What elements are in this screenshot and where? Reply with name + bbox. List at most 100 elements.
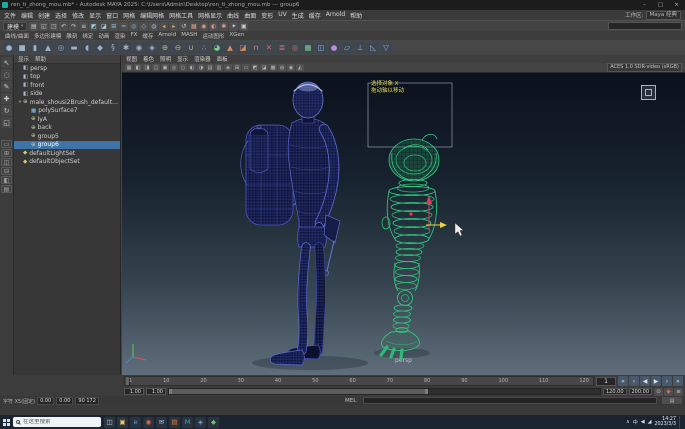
viewport-toolbar-icon[interactable]: ◑ [197, 64, 205, 71]
select-tool[interactable]: ↖ [1, 57, 12, 68]
menu-item[interactable]: 帮助 [350, 11, 362, 20]
menu-item[interactable]: 显示 [89, 11, 101, 20]
mech-leg-wireframe[interactable] [381, 134, 439, 358]
snap-to-point-icon[interactable]: ◎ [129, 22, 138, 31]
viewport-toolbar-icon[interactable]: ◭ [296, 64, 304, 71]
menu-item[interactable]: 变形 [261, 11, 273, 20]
animation-start-field[interactable]: 1.00 [124, 388, 144, 395]
menu-item[interactable]: 网格显示 [198, 11, 222, 20]
menu-item[interactable]: Arnold [326, 11, 345, 20]
menu-set-selector[interactable]: 建模 ▾ [3, 22, 27, 31]
viewport-toolbar-icon[interactable]: ▩ [269, 64, 277, 71]
redo-icon[interactable]: ↷ [69, 22, 78, 31]
shelf-insert-edge-loop-icon[interactable]: ≣ [276, 42, 288, 54]
viewport-toolbar-icon[interactable]: ○ [179, 64, 187, 71]
viewport-toolbar-icon[interactable]: ◉ [287, 64, 295, 71]
viewport-toolbar-icon[interactable]: ▤ [206, 64, 214, 71]
script-editor-button[interactable]: ▤ [662, 397, 682, 404]
layout-hypershade-persp[interactable]: ▤ [1, 185, 12, 193]
range-end-handle[interactable] [425, 389, 428, 394]
menu-item[interactable]: 曲线 [227, 11, 239, 20]
viewport-toolbar-icon[interactable]: ◐ [188, 64, 196, 71]
layout-single-pane[interactable]: ▭ [1, 140, 12, 148]
shelf-extrude-icon[interactable]: ▲ [224, 42, 236, 54]
outliner-item[interactable]: ⊕ lyA [14, 115, 120, 124]
workspace-selector[interactable]: Maya 经典 [646, 11, 682, 20]
menu-item[interactable]: 生成 [292, 11, 304, 20]
outliner-item[interactable]: ▾ ⊕ male_shousi2Brush_default_group [14, 98, 120, 107]
range-start-handle[interactable] [169, 389, 172, 394]
snap-to-plane-icon[interactable]: ◇ [139, 22, 148, 31]
shelf-crease-icon[interactable]: ◺ [367, 42, 379, 54]
make-live-icon[interactable]: ◍ [149, 22, 158, 31]
shelf-tab[interactable]: FX [130, 32, 137, 40]
viewport-toolbar-icon[interactable]: ▭ [242, 64, 250, 71]
shelf-boolean-union-icon[interactable]: ⊕ [159, 42, 171, 54]
open-render-view-icon[interactable]: ▦ [189, 22, 198, 31]
network-icon[interactable]: ◢ [648, 419, 652, 426]
rotate-tool[interactable]: ↻ [1, 105, 12, 116]
value-field-2[interactable]: 0.00 [56, 397, 73, 405]
menu-item[interactable]: 窗口 [106, 11, 118, 20]
outliner-item[interactable]: ◧ persp [14, 64, 120, 73]
viewport-toolbar-icon[interactable]: ◩ [251, 64, 259, 71]
snap-to-curve-icon[interactable]: ≈ [119, 22, 128, 31]
panel-menu-item[interactable]: 显示 [177, 55, 188, 63]
shelf-tab[interactable]: 多边形建模 [34, 32, 62, 40]
lasso-tool[interactable]: ◌ [1, 69, 12, 80]
auto-keyframe-icon[interactable]: ◆ [664, 388, 673, 396]
shelf-sphere-icon[interactable]: ● [3, 42, 15, 54]
shelf-smooth-icon[interactable]: ◕ [211, 42, 223, 54]
shelf-tab[interactable]: 绑定 [82, 32, 93, 40]
shelf-multicut-icon[interactable]: ✕ [263, 42, 275, 54]
tray-expand-icon[interactable]: ∧ [626, 419, 630, 426]
volume-icon[interactable]: ◀ [641, 419, 645, 426]
shelf-disc-icon[interactable]: ◖ [81, 42, 93, 54]
menu-item[interactable]: 选择 [55, 11, 67, 20]
panel-menu-item[interactable]: 照明 [160, 55, 171, 63]
select-by-component-icon[interactable]: ◪ [99, 22, 108, 31]
shelf-scul​pt-icon[interactable]: ● [328, 42, 340, 54]
undo-icon[interactable]: ↶ [59, 22, 68, 31]
viewport-toolbar-icon[interactable]: ▥ [215, 64, 223, 71]
shelf-bevel-icon[interactable]: ◪ [237, 42, 249, 54]
move-tool[interactable]: ✚ [1, 93, 12, 104]
hotbox-icon[interactable]: ▣ [239, 22, 248, 31]
shelf-combine-icon[interactable]: ∪ [185, 42, 197, 54]
outliner-item[interactable]: ◆ defaultLightSet [14, 149, 120, 158]
human-figure-wireframe[interactable] [241, 82, 340, 365]
shelf-tab[interactable]: 缓存 [142, 32, 153, 40]
viewport-canvas[interactable]: 选择对象 X 拖动轴以移动 persp [122, 73, 685, 375]
viewport-toolbar-icon[interactable]: ◧ [134, 64, 142, 71]
shelf-torus-icon[interactable]: ◎ [55, 42, 67, 54]
time-slider-track[interactable]: 1102030405060708090100110120 [124, 376, 594, 386]
mel-command-input[interactable] [363, 397, 657, 404]
outliner-menu-item[interactable]: 显示 [18, 55, 29, 63]
range-slider-range[interactable] [169, 389, 428, 394]
viewport-toolbar-icon[interactable]: ◫ [152, 64, 160, 71]
taskbar-search[interactable] [13, 417, 101, 427]
character-set-menu-icon[interactable]: ⊙ [654, 388, 663, 396]
photos-icon[interactable]: ◈ [195, 417, 206, 428]
shelf-cone-icon[interactable]: ▲ [42, 42, 54, 54]
go-to-start-button[interactable]: « [618, 376, 628, 386]
shelf-normals-icon[interactable]: ⊥ [354, 42, 366, 54]
layout-two-side[interactable]: ◫ [1, 158, 12, 166]
shelf-platonic-icon[interactable]: ◆ [94, 42, 106, 54]
playback-start-field[interactable]: 1.00 [146, 388, 166, 395]
office-icon[interactable]: ▤ [169, 417, 180, 428]
shelf-target-weld-icon[interactable]: ◎ [289, 42, 301, 54]
quick-selection-input[interactable] [608, 22, 682, 30]
viewport-toolbar-icon[interactable]: ▣ [161, 64, 169, 71]
shelf-tab[interactable]: 渲染 [114, 32, 125, 40]
maximize-button[interactable]: □ [654, 0, 667, 10]
wechat-icon[interactable]: ◆ [208, 417, 219, 428]
outliner-item[interactable]: ⊕ group5 [14, 132, 120, 141]
viewport-toolbar-icon[interactable]: ◨ [143, 64, 151, 71]
menu-item[interactable]: 创建 [38, 11, 50, 20]
menu-item[interactable]: UV [278, 11, 287, 20]
menu-item[interactable]: 编辑网格 [140, 11, 164, 20]
mail-icon[interactable]: ✉ [156, 417, 167, 428]
scale-tool[interactable]: ◱ [1, 117, 12, 128]
maya-taskbar-icon[interactable]: M [182, 417, 193, 428]
